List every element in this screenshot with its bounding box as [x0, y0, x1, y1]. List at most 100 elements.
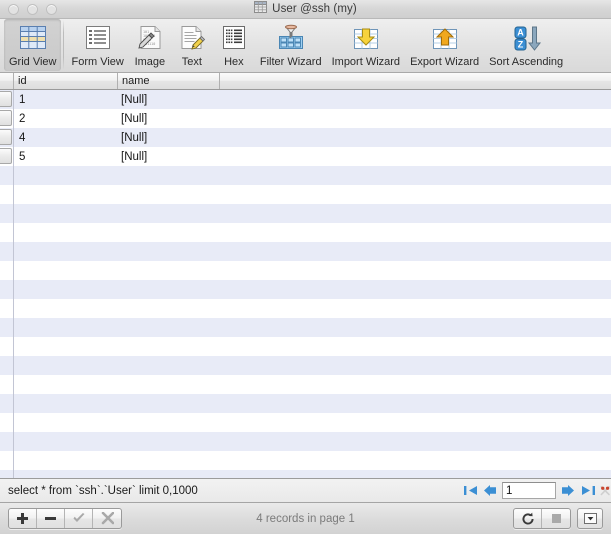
table-row[interactable]: 2 [Null] — [0, 109, 611, 128]
cell-id[interactable] — [14, 261, 118, 280]
table-row[interactable] — [0, 337, 611, 356]
table-row[interactable] — [0, 166, 611, 185]
toolbar-import-wizard-button[interactable]: Import Wizard — [327, 19, 405, 71]
cell-name[interactable] — [118, 185, 220, 204]
table-row[interactable] — [0, 204, 611, 223]
refresh-button[interactable] — [514, 509, 542, 528]
cell-id[interactable] — [14, 299, 118, 318]
cell-name[interactable] — [118, 261, 220, 280]
table-row[interactable] — [0, 413, 611, 432]
cell-id[interactable] — [14, 204, 118, 223]
cell-name[interactable]: [Null] — [118, 109, 220, 128]
cell-id[interactable] — [14, 242, 118, 261]
table-row[interactable] — [0, 356, 611, 375]
cell-filler — [220, 432, 611, 451]
toolbar-export-wizard-button[interactable]: Export Wizard — [405, 19, 484, 71]
next-page-button[interactable] — [560, 483, 576, 499]
apply-changes-button[interactable] — [65, 509, 93, 528]
row-handle[interactable] — [0, 129, 12, 145]
cell-name[interactable] — [118, 413, 220, 432]
table-row[interactable] — [0, 299, 611, 318]
cell-name[interactable] — [118, 280, 220, 299]
cell-id[interactable] — [14, 394, 118, 413]
table-row[interactable]: 1 [Null] — [0, 90, 611, 109]
cell-id[interactable] — [14, 318, 118, 337]
cell-name[interactable] — [118, 432, 220, 451]
zoom-button[interactable] — [46, 3, 57, 15]
row-gutter[interactable] — [0, 147, 14, 166]
cell-name[interactable]: [Null] — [118, 147, 220, 166]
cell-name[interactable] — [118, 318, 220, 337]
toolbar-filter-wizard-button[interactable]: Filter Wizard — [255, 19, 327, 71]
toolbar-sort-ascending-button[interactable]: A Z Sort Ascending — [484, 19, 568, 71]
cell-id[interactable] — [14, 470, 118, 478]
table-row[interactable] — [0, 223, 611, 242]
previous-page-button[interactable] — [482, 483, 498, 499]
toolbar-grid-view-button[interactable]: Grid View — [4, 19, 62, 71]
cell-name[interactable] — [118, 451, 220, 470]
cell-id[interactable] — [14, 432, 118, 451]
column-header-id[interactable]: id — [14, 73, 118, 89]
cell-name[interactable] — [118, 375, 220, 394]
table-row[interactable] — [0, 451, 611, 470]
cell-id[interactable] — [14, 280, 118, 299]
column-header-name[interactable]: name — [118, 73, 220, 89]
cell-name[interactable] — [118, 356, 220, 375]
delete-record-button[interactable] — [37, 509, 65, 528]
toolbar-hex-button[interactable]: Hex — [213, 19, 255, 71]
cell-name[interactable] — [118, 166, 220, 185]
close-button[interactable] — [8, 3, 19, 15]
cell-name[interactable] — [118, 299, 220, 318]
table-row[interactable]: 4 [Null] — [0, 128, 611, 147]
cell-id[interactable]: 5 — [14, 147, 118, 166]
table-row[interactable] — [0, 185, 611, 204]
table-row[interactable] — [0, 470, 611, 478]
cell-name[interactable]: [Null] — [118, 128, 220, 147]
cell-name[interactable] — [118, 470, 220, 478]
table-row[interactable]: 5 [Null] — [0, 147, 611, 166]
cell-id[interactable] — [14, 413, 118, 432]
options-button[interactable] — [577, 508, 603, 529]
toolbar-form-view-button[interactable]: Form View — [66, 19, 128, 71]
table-row[interactable] — [0, 280, 611, 299]
add-record-button[interactable] — [9, 509, 37, 528]
stop-query-button[interactable] — [600, 483, 611, 499]
toolbar-text-button[interactable]: Text — [171, 19, 213, 71]
grid-body[interactable]: 1 [Null] 2 [Null] 4 [Null] 5 [Null] — [0, 90, 611, 478]
toolbar-image-button[interactable]: 101 100101 0001 101110 Image — [129, 19, 171, 71]
table-row[interactable] — [0, 261, 611, 280]
cell-id[interactable] — [14, 223, 118, 242]
row-handle[interactable] — [0, 91, 12, 107]
first-page-button[interactable] — [462, 483, 478, 499]
cell-id[interactable]: 1 — [14, 90, 118, 109]
last-page-button[interactable] — [580, 483, 596, 499]
minimize-button[interactable] — [27, 3, 38, 15]
table-row[interactable] — [0, 375, 611, 394]
cell-name[interactable] — [118, 394, 220, 413]
cell-name[interactable] — [118, 223, 220, 242]
cell-id[interactable]: 2 — [14, 109, 118, 128]
cell-name[interactable] — [118, 337, 220, 356]
table-row[interactable] — [0, 394, 611, 413]
row-gutter[interactable] — [0, 90, 14, 109]
table-row[interactable] — [0, 242, 611, 261]
cancel-changes-button[interactable] — [93, 509, 121, 528]
cell-id[interactable] — [14, 375, 118, 394]
table-row[interactable] — [0, 318, 611, 337]
table-row[interactable] — [0, 432, 611, 451]
cell-name[interactable]: [Null] — [118, 90, 220, 109]
cell-id[interactable] — [14, 337, 118, 356]
page-number-input[interactable] — [502, 482, 556, 499]
row-handle[interactable] — [0, 148, 12, 164]
stop-button[interactable] — [542, 509, 570, 528]
cell-id[interactable]: 4 — [14, 128, 118, 147]
row-handle[interactable] — [0, 110, 12, 126]
cell-name[interactable] — [118, 242, 220, 261]
cell-id[interactable] — [14, 166, 118, 185]
cell-id[interactable] — [14, 185, 118, 204]
cell-id[interactable] — [14, 451, 118, 470]
cell-id[interactable] — [14, 356, 118, 375]
row-gutter[interactable] — [0, 109, 14, 128]
row-gutter[interactable] — [0, 128, 14, 147]
cell-name[interactable] — [118, 204, 220, 223]
